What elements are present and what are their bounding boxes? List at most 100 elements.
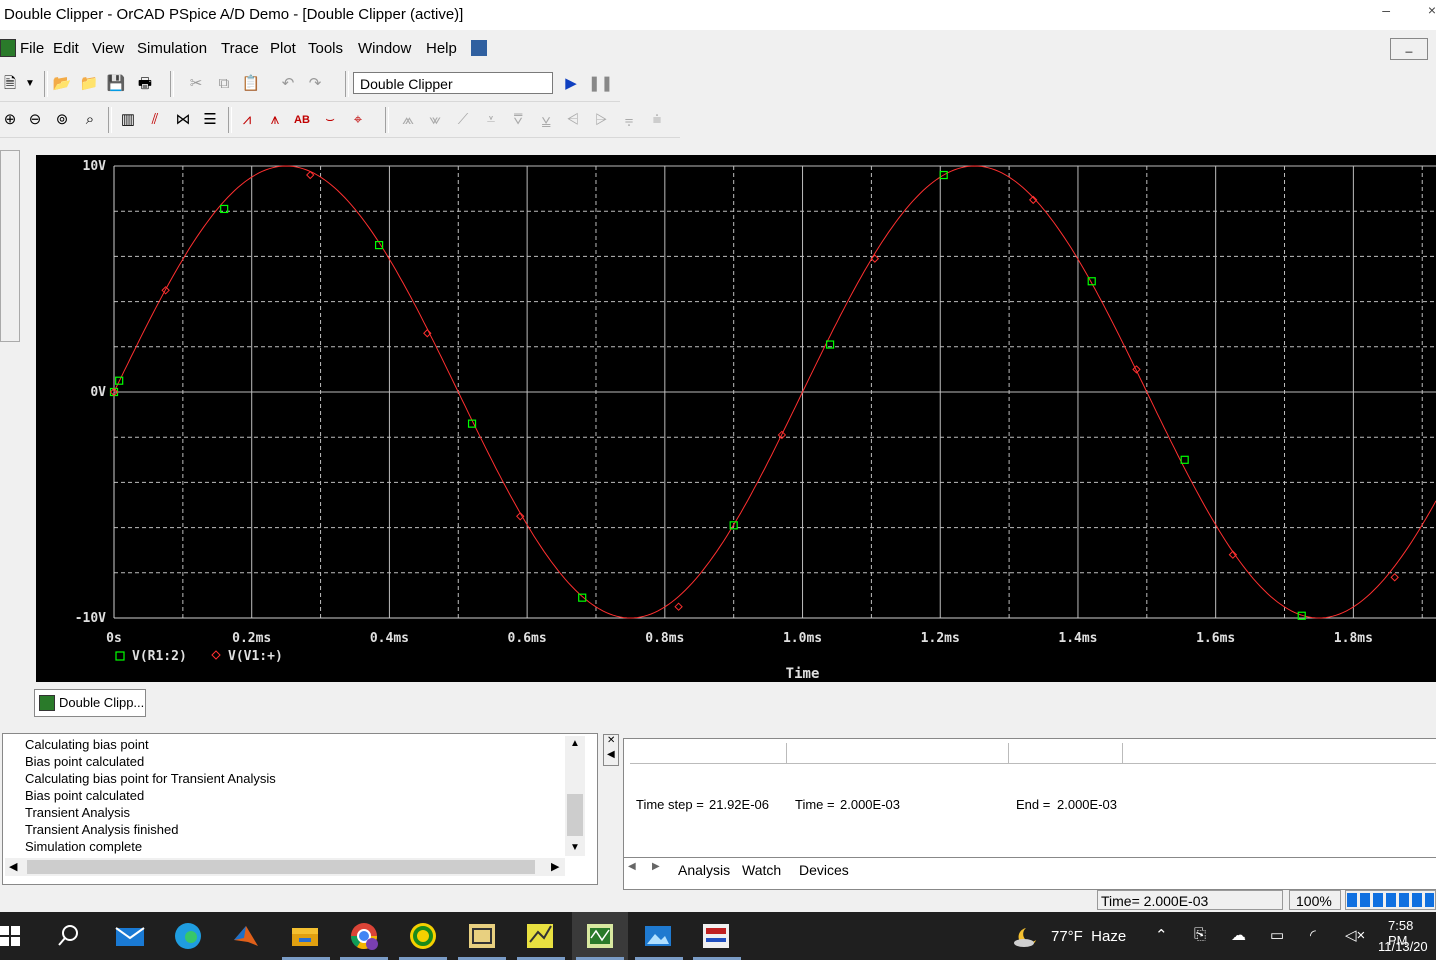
x-tick-label: 0.4ms [370,631,409,646]
menu-file[interactable]: File [20,40,44,57]
zoom-in-icon[interactable]: ⊕ [0,110,20,130]
save-icon[interactable]: 💾 [106,74,126,94]
open-folder-icon[interactable]: 📁 [79,74,99,94]
open-icon[interactable]: 📂 [52,74,72,94]
pause-icon[interactable]: ❚❚ [588,74,613,94]
close-button[interactable]: × [1428,2,1436,18]
whats-this-icon[interactable] [471,40,487,56]
tab-watch[interactable]: Watch [742,862,781,878]
vertical-scrollbar[interactable]: ▲ ▼ [565,736,585,856]
scroll-thumb[interactable] [567,794,583,836]
photos-icon[interactable] [642,920,674,952]
chrome-icon[interactable] [348,920,380,952]
capture-icon[interactable] [466,920,498,952]
menu-help[interactable]: Help [426,40,457,57]
horizontal-scrollbar[interactable]: ◀ ▶ [5,858,565,876]
pane-close-button[interactable]: ✕ ◀ [603,734,619,766]
sync-icon[interactable] [407,920,439,952]
meet-icon[interactable]: ⎘ [1194,926,1206,943]
axis-icon[interactable]: ▥ [118,110,138,130]
document-tab[interactable]: Double Clipp... [34,689,146,717]
pspice-model-icon[interactable] [524,920,556,952]
mdi-minimize-button[interactable]: _ [1390,38,1428,60]
cursor-search-icon[interactable]: ⩤ [563,110,583,130]
tab-analysis[interactable]: Analysis [678,862,730,878]
label-icon[interactable]: AB [292,110,312,130]
cursor-icon[interactable]: ⌖ [348,110,368,130]
left-toolbar [0,150,20,342]
mark-data-icon[interactable]: ⌣ [320,110,340,130]
cursor-next-icon[interactable]: ⩥ [591,110,611,130]
paste-icon[interactable]: 📋 [241,74,261,94]
tab-scroll-right-icon[interactable]: ▶ [652,861,660,872]
x-tick-label: 0.2ms [232,631,271,646]
clock-date[interactable]: 11/13/20 [1378,939,1428,954]
scroll-left-icon[interactable]: ◀ [9,860,17,873]
waveform-plot[interactable]: 10V 0V -10V0s 0.2ms 0.4ms 0.6ms 0.8ms 1.0ms 1.2m… [36,155,1436,682]
file-explorer-icon[interactable] [289,920,321,952]
add-trace-icon[interactable]: ⩘ [237,110,257,130]
zoom-fit-icon[interactable]: ⌕ [80,110,100,130]
cursor-trough-icon[interactable]: ⩖ [425,110,445,130]
log-x-icon[interactable]: ⫽ [145,110,165,130]
menu-view[interactable]: View [92,40,124,57]
weather-text[interactable]: 77°F Haze [1051,928,1126,945]
zoom-out-icon[interactable]: ⊖ [25,110,45,130]
volume-icon[interactable]: ◁× [1345,926,1365,944]
toolbar-separator [385,107,389,133]
new-dropdown-chevron-down-icon[interactable]: ▼ [20,74,40,94]
scroll-up-icon[interactable]: ▲ [570,738,580,749]
tab-devices[interactable]: Devices [799,862,849,878]
cursor-max-icon[interactable]: ⩢ [508,110,528,130]
output-window[interactable]: Calculating bias point Bias point calcul… [2,733,598,885]
menu-edit[interactable]: Edit [53,40,79,57]
probe-plot-window[interactable]: 10V 0V -10V 0s 0.2ms 0.4ms 0.6ms 0.8ms 1.0ms 1.2m… [36,155,1436,682]
print-icon[interactable]: 🖶 [135,74,155,94]
end-value: 2.000E-03 [1057,797,1117,812]
tab-scroll-left-icon[interactable]: ◀ [628,861,636,872]
cursor-point-icon[interactable]: ⩣ [536,110,556,130]
menu-trace[interactable]: Trace [221,40,259,57]
scroll-right-icon[interactable]: ▶ [551,860,559,873]
menu-tools[interactable]: Tools [308,40,343,57]
undo-icon[interactable]: ↶ [278,74,298,94]
edge-icon[interactable] [172,920,204,952]
new-icon[interactable]: 🗎 [0,74,20,94]
close-icon[interactable]: ✕ [607,735,615,746]
copy-icon[interactable]: ⧉ [214,74,234,94]
status-zoom: 100% [1296,893,1332,909]
menu-window[interactable]: Window [358,40,411,57]
mail-icon[interactable] [114,920,146,952]
wifi-icon[interactable]: ◜ [1310,926,1316,944]
menu-plot[interactable]: Plot [270,40,296,57]
chevron-up-icon[interactable]: ⌃ [1155,926,1168,944]
cut-icon[interactable]: ✂ [186,74,206,94]
cursor-prev-icon[interactable]: ⩦ [619,110,639,130]
scroll-left-icon[interactable]: ◀ [607,749,615,760]
matlab-icon[interactable] [230,920,262,952]
scroll-down-icon[interactable]: ▼ [570,842,580,853]
search-icon[interactable] [56,924,88,956]
windows-start-icon[interactable] [0,924,32,956]
cloud-icon[interactable]: ☁ [1231,926,1246,944]
zoom-area-icon[interactable]: ⊚ [52,110,72,130]
scroll-thumb[interactable] [27,860,535,874]
cursor-peak-icon[interactable]: ⩕ [398,110,418,130]
menu-simulation[interactable]: Simulation [137,40,207,57]
cursor-min-icon[interactable]: ⩡ [481,110,501,130]
battery-icon[interactable]: ▭ [1270,926,1284,944]
trace-func-icon[interactable]: ⩚ [265,110,285,130]
play-icon[interactable]: ▶ [561,74,581,94]
performance-icon[interactable]: ☰ [200,110,220,130]
status-time: Time= 2.000E-03 [1101,893,1209,909]
cursor-slope-icon[interactable]: ⟋ [453,110,473,130]
cursor-mark-icon[interactable]: ⩧ [647,110,667,130]
fourier-icon[interactable]: ⋈ [173,110,193,130]
simulation-profile-combo[interactable]: Double Clipper [353,72,553,94]
weather-moon-icon[interactable] [1012,924,1040,948]
redo-icon[interactable]: ↷ [305,74,325,94]
minimize-button[interactable]: – [1382,2,1390,18]
app-menu-icon[interactable] [0,39,16,57]
stimulus-icon[interactable] [700,920,732,952]
pspice-probe-icon[interactable] [584,920,616,952]
